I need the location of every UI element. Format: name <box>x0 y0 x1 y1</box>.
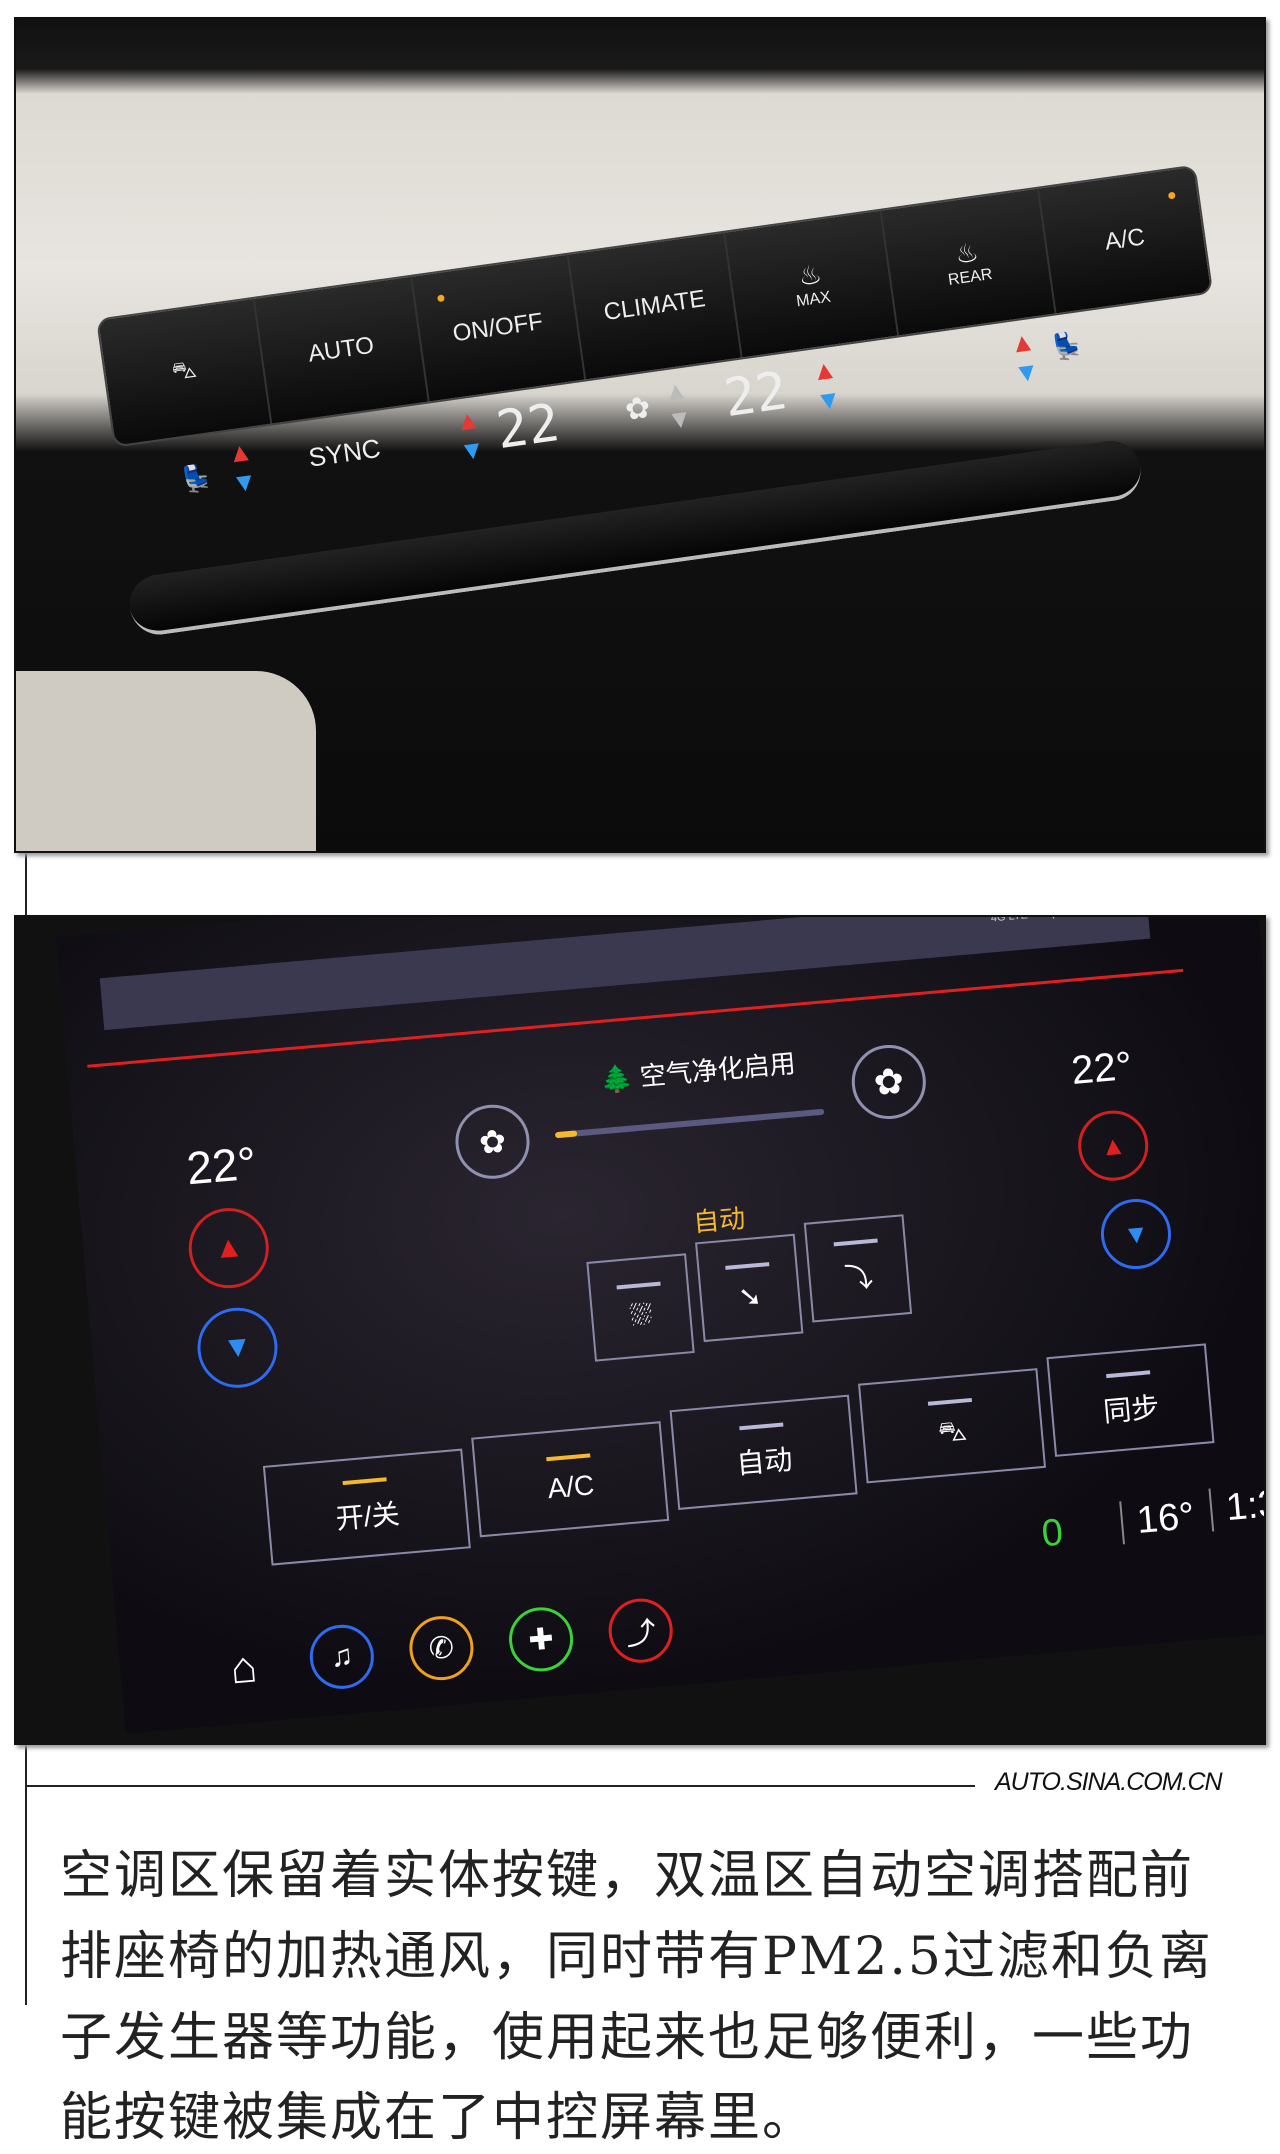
fan-speed-fill <box>554 1130 577 1139</box>
seat-right-up-icon[interactable]: ▲ <box>1008 326 1038 360</box>
mode-face-button[interactable]: ➘ <box>695 1233 804 1343</box>
recirculation-button[interactable]: ⛍ <box>857 1368 1047 1484</box>
purifier-status: 🌲 空气净化启用 <box>599 1043 797 1097</box>
music-icon[interactable]: ♫ <box>307 1622 377 1692</box>
sync-label: 同步 <box>1102 1391 1161 1428</box>
divider-line <box>25 1745 27 2005</box>
fan-speed-slider[interactable] <box>554 1108 825 1139</box>
watermark-rule <box>25 1785 975 1787</box>
power-label: 开/关 <box>334 1498 401 1535</box>
power-button[interactable]: 开/关 <box>262 1448 471 1566</box>
leather-trim <box>16 671 316 851</box>
right-temp: 22° <box>1069 1043 1134 1093</box>
location-icon: ⌖ <box>1048 915 1059 925</box>
max-defrost-button[interactable]: ♨ MAX <box>725 210 900 358</box>
clock: 1:36 <box>1208 1480 1264 1532</box>
ac-button[interactable]: A/C <box>1039 167 1211 314</box>
purifier-icon: 🌲 <box>599 1062 635 1096</box>
ac-label: A/C <box>546 1469 596 1505</box>
seat-climate-icon[interactable]: ⤴ <box>606 1596 676 1666</box>
caption-line: 子发生器等功能，使用起来也足够便利，一些功 <box>60 2008 1195 2068</box>
seat-vent-icon[interactable]: 💺 <box>179 462 215 497</box>
auto-button[interactable]: AUTO <box>254 276 430 424</box>
status-bar: 4G LTE ⌖ <box>99 915 1151 1031</box>
caption-line: 能按键被集成在了中控屏幕里。 <box>60 2088 817 2148</box>
climate-button[interactable]: CLIMATE <box>568 232 743 380</box>
watermark: AUTO.SINA.COM.CN <box>995 1768 1223 1796</box>
fan-icon[interactable]: ✿ <box>623 390 653 428</box>
fan-down-icon[interactable]: ▼ <box>665 402 695 436</box>
ac-toggle-button[interactable]: A/C <box>471 1421 670 1538</box>
left-temp-up-button[interactable]: ▲ <box>185 1204 273 1292</box>
network-status: 4G LTE <box>990 915 1029 925</box>
right-temp-up-icon[interactable]: ▲ <box>810 354 840 388</box>
mode-defrost-face-button[interactable]: ⛆ <box>586 1253 695 1362</box>
rear-defrost-button[interactable]: ♨ REAR <box>881 188 1057 336</box>
caption-line: 排座椅的加热通风，同时带有PM2.5过滤和负离 <box>60 1927 1213 1987</box>
mode-auto-label: 自动 <box>692 1203 747 1238</box>
infotainment-screen-photo: 4G LTE ⌖ 22° ▲ ▼ ✿ 🌲 空气净化启用 ✿ 22° ▲ ▼ 自动 … <box>14 915 1266 1745</box>
indicator-led <box>436 294 445 303</box>
defrost-icon: ♨ <box>796 258 824 292</box>
seat-right-down-icon[interactable]: ▼ <box>1012 355 1042 389</box>
left-temp-up-icon[interactable]: ▲ <box>453 404 483 438</box>
home-icon[interactable]: ⌂ <box>228 1642 259 1694</box>
sync-button[interactable]: 同步 <box>1046 1343 1215 1457</box>
left-temp-down-button[interactable]: ▼ <box>194 1304 281 1392</box>
divider-line <box>25 853 27 915</box>
rear-defrost-icon: ♨ <box>953 236 981 270</box>
car-recirculation-icon: ⛍ <box>936 1414 969 1448</box>
climate-panel-photo: ⛍ AUTO ON/OFF CLIMATE ♨ MAX ♨ REAR A/C 💺 ▲… <box>14 17 1266 853</box>
purifier-label: 空气净化启用 <box>638 1048 797 1092</box>
on-off-label: ON/OFF <box>451 307 545 348</box>
indicator-led <box>1167 191 1176 200</box>
right-temp-up-button[interactable]: ▲ <box>1075 1107 1152 1184</box>
sync-button[interactable]: SYNC <box>307 433 383 474</box>
right-temp-down-icon[interactable]: ▼ <box>814 383 844 417</box>
face-vent-icon: ➘ <box>736 1279 763 1313</box>
fan-increase-button[interactable]: ✿ <box>848 1041 929 1123</box>
car-recirculation-icon: ⛍ <box>170 355 199 386</box>
max-label: MAX <box>795 288 832 310</box>
outside-temp: 16° <box>1119 1495 1197 1545</box>
fan-decrease-button[interactable]: ✿ <box>452 1101 533 1182</box>
left-temp: 22° <box>184 1136 259 1195</box>
rear-label: REAR <box>946 265 994 289</box>
auto-button[interactable]: 自动 <box>669 1394 858 1510</box>
seat-heat-icon[interactable]: 💺 <box>1049 329 1085 364</box>
right-temp-down-button[interactable]: ▼ <box>1098 1196 1174 1272</box>
on-off-button[interactable]: ON/OFF <box>411 254 587 402</box>
defrost-face-icon: ⛆ <box>628 1298 654 1331</box>
auto-label: 自动 <box>735 1443 794 1480</box>
navigation-icon[interactable]: ✚ <box>506 1604 576 1675</box>
feet-vent-icon: ⤵ <box>843 1261 875 1295</box>
caption-line: 空调区保留着实体按键，双温区自动空调搭配前 <box>60 1846 1195 1906</box>
left-temp-down-icon[interactable]: ▼ <box>457 433 487 467</box>
ac-label: A/C <box>1103 223 1147 256</box>
phone-icon[interactable]: ✆ <box>406 1613 477 1683</box>
seat-down-icon[interactable]: ▼ <box>229 465 259 499</box>
mode-feet-button[interactable]: ⤵ <box>803 1214 913 1323</box>
counter-value: 0 <box>1039 1511 1065 1556</box>
left-temp-display: 22 <box>492 392 564 462</box>
climate-screen: 4G LTE ⌖ 22° ▲ ▼ ✿ 🌲 空气净化启用 ✿ 22° ▲ ▼ 自动 … <box>56 915 1264 1734</box>
seat-up-icon[interactable]: ▲ <box>225 436 255 470</box>
recirculation-button[interactable]: ⛍ <box>98 298 273 446</box>
right-temp-display: 22 <box>720 360 791 430</box>
